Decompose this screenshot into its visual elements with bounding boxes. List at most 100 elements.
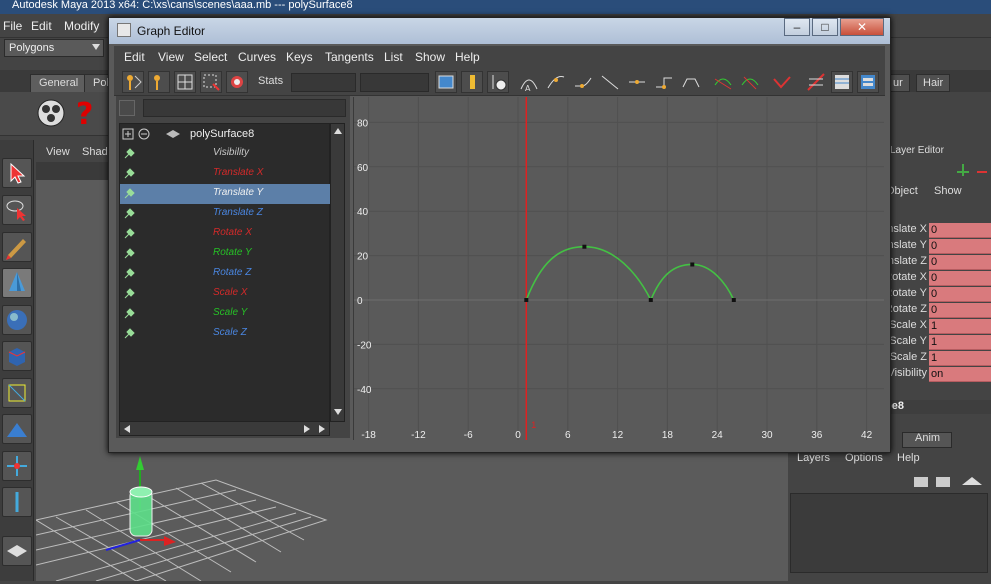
channel-box-value[interactable]: 1 bbox=[929, 319, 991, 334]
channel-box-value[interactable]: 0 bbox=[929, 271, 991, 286]
help-question-icon[interactable]: ? bbox=[74, 96, 96, 130]
expand-collapse-icon[interactable] bbox=[122, 128, 150, 140]
channel-box-value[interactable]: 0 bbox=[929, 287, 991, 302]
outliner-channel-row[interactable]: Translate Z bbox=[120, 204, 330, 224]
ge-menu-edit[interactable]: Edit bbox=[124, 50, 145, 64]
scroll-up-icon[interactable] bbox=[333, 127, 343, 135]
channel-box-value[interactable]: 0 bbox=[929, 223, 991, 238]
channel-pin-icon[interactable] bbox=[123, 288, 135, 300]
stats-value-field[interactable] bbox=[360, 73, 429, 92]
layer-list-area[interactable] bbox=[790, 493, 988, 573]
menu-file[interactable]: File bbox=[3, 19, 22, 33]
layer-menu-help[interactable]: Help bbox=[897, 452, 920, 464]
channel-pin-icon[interactable] bbox=[123, 308, 135, 320]
last-tool-icon[interactable] bbox=[2, 487, 32, 517]
plateau-tangent-icon[interactable] bbox=[680, 71, 702, 93]
ge-menu-help[interactable]: Help bbox=[455, 50, 480, 64]
channel-box-row[interactable]: Scale Y1 bbox=[885, 335, 991, 350]
region-tool-icon[interactable] bbox=[200, 71, 222, 93]
shelf-tab-hair[interactable]: Hair bbox=[916, 74, 951, 92]
outliner-channel-row[interactable]: Scale Y bbox=[120, 304, 330, 324]
lattice-deform-icon[interactable] bbox=[174, 71, 196, 93]
ge-menu-keys[interactable]: Keys bbox=[286, 50, 313, 64]
scroll-right-icon[interactable] bbox=[303, 424, 311, 434]
channel-pin-icon[interactable] bbox=[123, 208, 135, 220]
channel-box-row[interactable]: Rotate Z0 bbox=[885, 303, 991, 318]
film-clapper-icon[interactable] bbox=[34, 96, 68, 130]
keyframe-point[interactable] bbox=[690, 262, 695, 267]
paint-tool-icon[interactable] bbox=[2, 232, 32, 262]
select-tool-icon[interactable] bbox=[2, 158, 32, 188]
graph-view[interactable]: 80 60 40 20 0 -20 -40 -18 -12 -6 0 6 12 18 24 30 36 42 1 bbox=[353, 97, 884, 440]
channel-box-row[interactable]: Visibility on bbox=[885, 367, 991, 382]
frame-all-icon[interactable] bbox=[435, 71, 457, 93]
ge-menu-view[interactable]: View bbox=[158, 50, 184, 64]
keyframe-point[interactable] bbox=[524, 298, 529, 302]
ge-menu-select[interactable]: Select bbox=[194, 50, 227, 64]
graph-canvas[interactable]: 80 60 40 20 0 -20 -40 -18 -12 -6 0 6 12 18 24 30 36 42 1 bbox=[353, 97, 884, 440]
channel-box-row[interactable]: Rotate X0 bbox=[885, 271, 991, 286]
viewport-menu-shading[interactable]: Shad bbox=[82, 146, 108, 158]
menu-modify[interactable]: Modify bbox=[64, 19, 99, 33]
flat-tangent-icon[interactable] bbox=[626, 71, 648, 93]
outliner-object-row[interactable]: polySurface8 bbox=[120, 125, 330, 143]
spline-tangent-icon[interactable] bbox=[545, 71, 567, 93]
soft-mod-tool-icon[interactable] bbox=[2, 414, 32, 444]
outliner-channel-row[interactable]: Visibility bbox=[120, 144, 330, 164]
channel-box-menu-object[interactable]: Object bbox=[886, 185, 926, 197]
keyframe-point[interactable] bbox=[648, 298, 653, 302]
manipulator-tool-icon[interactable] bbox=[2, 378, 32, 408]
menu-set-dropdown[interactable]: Polygons bbox=[4, 39, 104, 57]
outliner-vertical-scrollbar[interactable] bbox=[330, 123, 345, 422]
rotate-tool-icon[interactable] bbox=[2, 305, 32, 335]
show-manipulator-icon[interactable] bbox=[2, 451, 32, 481]
channel-box-menu-show[interactable]: Show bbox=[934, 185, 962, 197]
channel-box-value[interactable]: on bbox=[929, 367, 991, 382]
channel-pin-icon[interactable] bbox=[123, 268, 135, 280]
outliner-channel-row[interactable]: Rotate Z bbox=[120, 264, 330, 284]
channel-box-row[interactable]: Scale Z1 bbox=[885, 351, 991, 366]
unify-tangents-icon[interactable] bbox=[739, 71, 761, 93]
outliner-filter-button[interactable] bbox=[119, 100, 135, 116]
ge-menu-show[interactable]: Show bbox=[415, 50, 445, 64]
trax-editor-icon[interactable] bbox=[857, 71, 879, 93]
channel-box-value[interactable]: 0 bbox=[929, 239, 991, 254]
channel-box-value[interactable]: 0 bbox=[929, 303, 991, 318]
channel-box-row[interactable]: Translate X0 bbox=[885, 223, 991, 238]
outliner-channel-row[interactable]: Scale X bbox=[120, 284, 330, 304]
stats-frame-field[interactable] bbox=[291, 73, 356, 92]
channel-box-row[interactable]: Rotate Y0 bbox=[885, 287, 991, 302]
center-current-time-icon[interactable] bbox=[487, 71, 509, 93]
linear-tangent-icon[interactable] bbox=[599, 71, 621, 93]
retime-tool-icon[interactable] bbox=[226, 71, 248, 93]
channel-box-value[interactable]: 1 bbox=[929, 335, 991, 350]
channel-pin-icon[interactable] bbox=[123, 188, 135, 200]
outliner-channel-row[interactable]: Rotate X bbox=[120, 224, 330, 244]
ge-menu-curves[interactable]: Curves bbox=[238, 50, 276, 64]
break-tangents-icon[interactable] bbox=[712, 71, 734, 93]
scroll-right-end-icon[interactable] bbox=[318, 424, 326, 434]
channel-pin-icon[interactable] bbox=[123, 228, 135, 240]
shelf-tab-general[interactable]: General bbox=[30, 74, 88, 92]
outliner-channel-row[interactable]: Scale Z bbox=[120, 324, 330, 344]
move-key-tool-icon[interactable] bbox=[122, 71, 144, 93]
channel-pin-icon[interactable] bbox=[123, 168, 135, 180]
layer-tab-anim[interactable]: Anim bbox=[906, 432, 952, 448]
layer-menu-options[interactable]: Options bbox=[845, 452, 883, 464]
animation-curve-translate-y[interactable] bbox=[525, 245, 735, 302]
graph-editor-title-bar[interactable]: Graph Editor – □ ✕ bbox=[109, 18, 890, 44]
layout-icon[interactable] bbox=[2, 536, 32, 566]
keyframe-point[interactable] bbox=[582, 244, 587, 249]
buffer-curve-icon[interactable] bbox=[805, 71, 827, 93]
outliner-channel-row[interactable]: Rotate Y bbox=[120, 244, 330, 264]
layer-action-icons[interactable] bbox=[912, 473, 988, 491]
layer-editor-header[interactable]: Layer Editor bbox=[890, 145, 944, 156]
maximize-button[interactable]: □ bbox=[812, 18, 838, 36]
channel-box-value[interactable]: 1 bbox=[929, 351, 991, 366]
channel-box-row[interactable]: Scale X1 bbox=[885, 319, 991, 334]
frame-playback-range-icon[interactable] bbox=[461, 71, 483, 93]
ge-menu-tangents[interactable]: Tangents bbox=[325, 50, 374, 64]
scroll-left-icon[interactable] bbox=[123, 424, 131, 434]
channel-pin-icon[interactable] bbox=[123, 148, 135, 160]
lasso-tool-icon[interactable] bbox=[2, 195, 32, 225]
